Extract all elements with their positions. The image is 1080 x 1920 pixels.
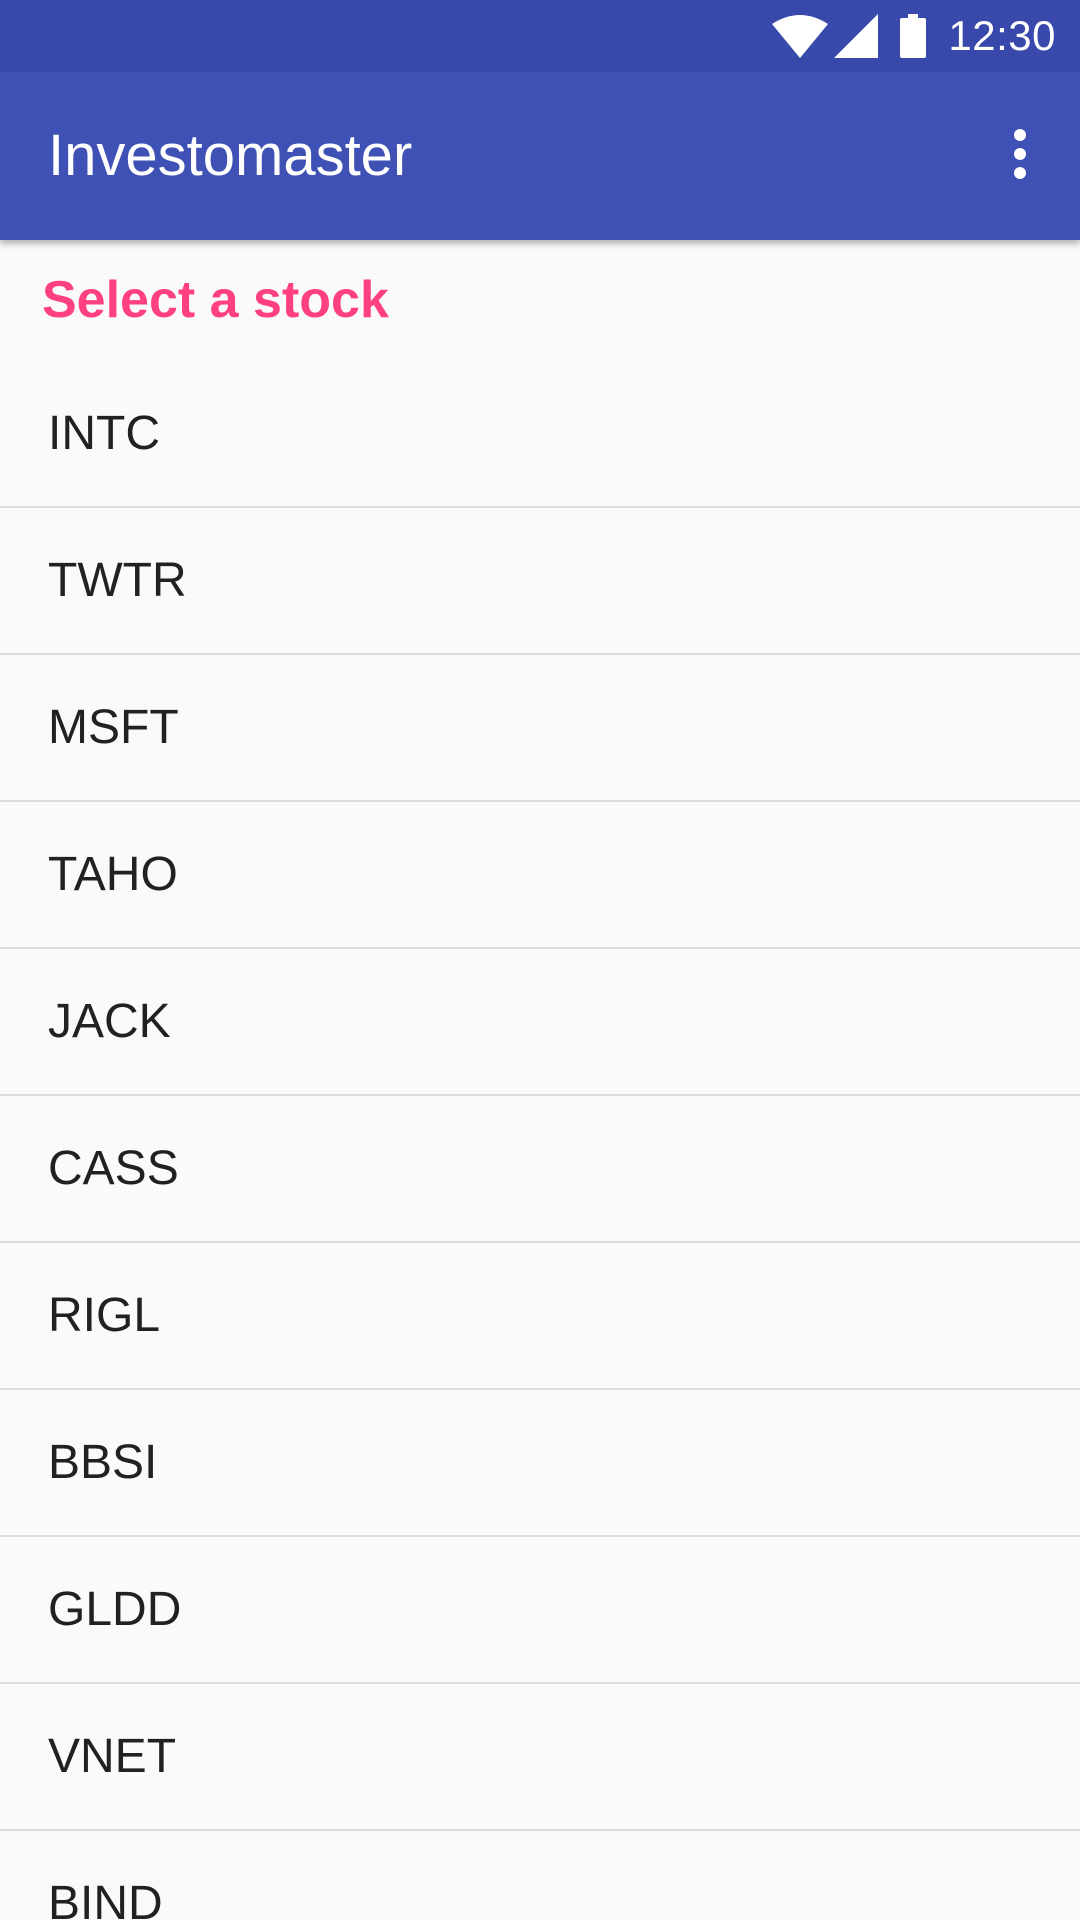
section-title: Select a stock bbox=[42, 271, 389, 329]
stock-symbol: BBSI bbox=[48, 1436, 158, 1489]
stock-symbol: JACK bbox=[48, 995, 171, 1048]
stock-symbol: TWTR bbox=[48, 554, 187, 607]
stock-list-item[interactable]: BIND bbox=[0, 1831, 1080, 1920]
overflow-menu-button[interactable] bbox=[978, 114, 1062, 198]
battery-icon bbox=[900, 14, 927, 58]
stock-symbol: RIGL bbox=[48, 1289, 161, 1342]
stock-symbol: CASS bbox=[48, 1142, 179, 1195]
status-bar: 12:30 bbox=[0, 0, 1080, 72]
app-title: Investomaster bbox=[48, 123, 413, 188]
stock-symbol: BIND bbox=[48, 1877, 163, 1920]
stock-list-item[interactable]: RIGL bbox=[0, 1243, 1080, 1390]
stock-symbol: TAHO bbox=[48, 848, 178, 901]
stock-list-item[interactable]: TAHO bbox=[0, 802, 1080, 949]
stock-list-item[interactable]: BBSI bbox=[0, 1390, 1080, 1537]
stock-list-item[interactable]: MSFT bbox=[0, 655, 1080, 802]
stock-list-item[interactable]: GLDD bbox=[0, 1537, 1080, 1684]
stock-list-item[interactable]: JACK bbox=[0, 949, 1080, 1096]
stock-symbol: INTC bbox=[48, 407, 160, 460]
stock-list: INTC TWTR MSFT TAHO JACK CASS RIGL BBSI … bbox=[0, 361, 1080, 1920]
stock-symbol: GLDD bbox=[48, 1583, 182, 1636]
cell-signal-icon bbox=[834, 14, 879, 58]
stock-list-item[interactable]: TWTR bbox=[0, 508, 1080, 655]
status-icons: 12:30 bbox=[772, 0, 1080, 72]
stock-list-item[interactable]: VNET bbox=[0, 1684, 1080, 1831]
app-bar: Investomaster bbox=[0, 72, 1080, 240]
stock-symbol: MSFT bbox=[48, 701, 179, 754]
stock-symbol: VNET bbox=[48, 1730, 177, 1783]
wifi-icon bbox=[772, 14, 829, 58]
stock-list-item[interactable]: CASS bbox=[0, 1096, 1080, 1243]
content-area: Select a stock INTC TWTR MSFT TAHO JACK … bbox=[0, 240, 1080, 1920]
stock-list-item[interactable]: INTC bbox=[0, 361, 1080, 508]
status-time: 12:30 bbox=[948, 12, 1056, 59]
more-vert-icon bbox=[1010, 128, 1030, 185]
